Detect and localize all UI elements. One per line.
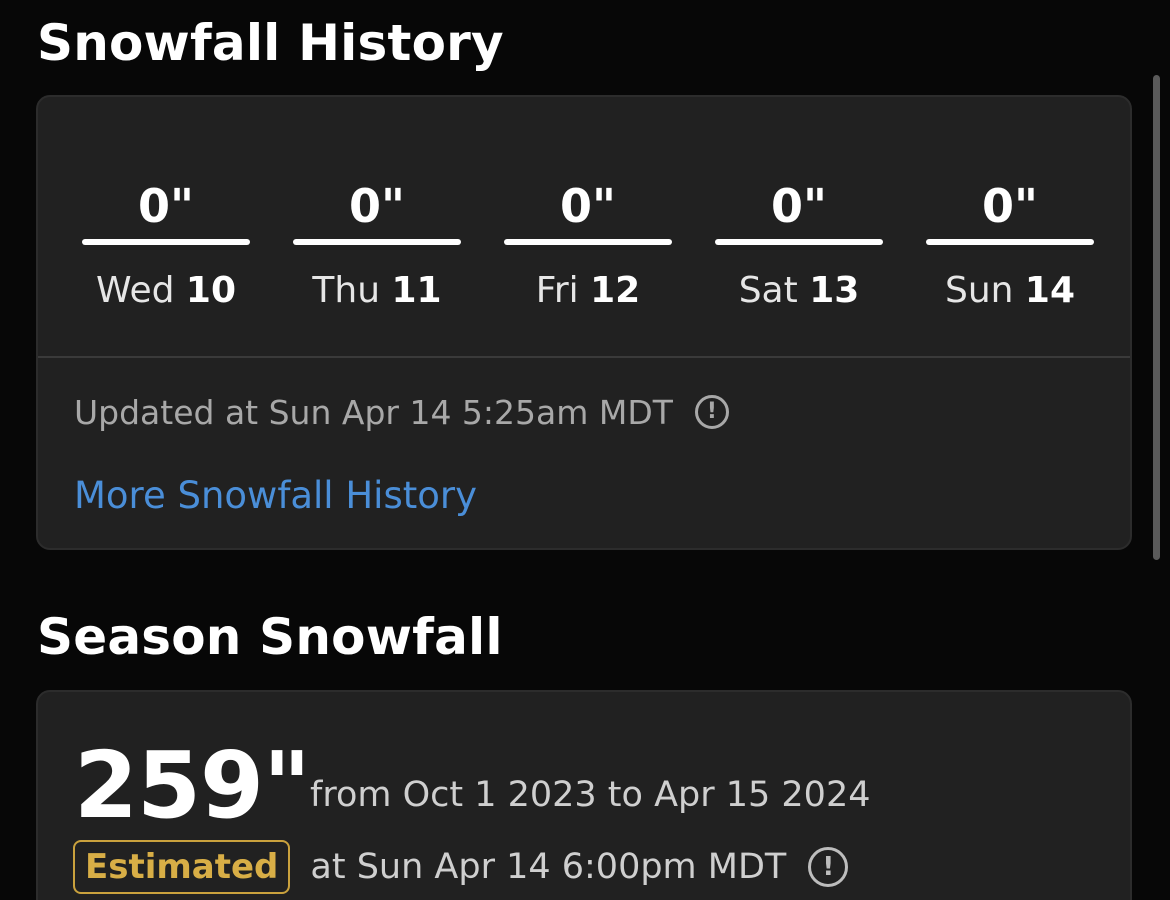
- day-bar: [82, 239, 250, 245]
- updated-timestamp: Updated at Sun Apr 14 5:25am MDT !: [74, 395, 729, 429]
- snow-report-page: Snowfall History 0" Wed 10 0" Thu 11 0" …: [0, 0, 1170, 900]
- season-snowfall-title: Season Snowfall: [37, 608, 503, 666]
- day-bar: [504, 239, 672, 245]
- day-label: Wed 10: [82, 273, 250, 309]
- info-circle-icon[interactable]: !: [694, 395, 729, 429]
- day-amount: 0": [349, 179, 405, 233]
- day-weekday: Thu: [312, 270, 381, 311]
- more-snowfall-history-link[interactable]: More Snowfall History: [74, 477, 477, 514]
- season-snowfall-card: 259" from Oct 1 2023 to Apr 15 2024 Esti…: [36, 690, 1132, 900]
- scrollbar[interactable]: [1153, 75, 1160, 560]
- day-date: 13: [809, 270, 860, 311]
- day-amount: 0": [138, 179, 194, 233]
- daily-snowfall-list: 0" Wed 10 0" Thu 11 0" Fri 12 0" Sat 13 …: [82, 183, 1094, 309]
- season-date-range: from Oct 1 2023 to Apr 15 2024: [310, 775, 871, 815]
- snowfall-history-title: Snowfall History: [37, 14, 504, 72]
- day-amount: 0": [560, 179, 616, 233]
- day-column-sun: 0" Sun 14: [926, 183, 1094, 309]
- day-column-sat: 0" Sat 13: [715, 183, 883, 309]
- estimated-time: at Sun Apr 14 6:00pm MDT: [310, 846, 787, 887]
- day-date: 10: [185, 270, 237, 311]
- day-amount: 0": [771, 179, 827, 233]
- day-weekday: Sat: [738, 270, 798, 311]
- season-estimate-row: Estimated at Sun Apr 14 6:00pm MDT !: [73, 840, 849, 894]
- day-column-thu: 0" Thu 11: [293, 183, 461, 309]
- day-label: Fri 12: [504, 273, 672, 309]
- day-weekday: Sun: [944, 270, 1014, 311]
- season-total: 259": [74, 732, 311, 839]
- day-column-fri: 0" Fri 12: [504, 183, 672, 309]
- snowfall-history-card: 0" Wed 10 0" Thu 11 0" Fri 12 0" Sat 13 …: [36, 95, 1132, 550]
- day-label: Sun 14: [926, 273, 1094, 309]
- day-label: Thu 11: [293, 273, 461, 309]
- estimated-badge: Estimated: [73, 840, 291, 894]
- day-bar: [926, 239, 1094, 245]
- day-weekday: Wed: [95, 270, 175, 311]
- updated-text: Updated at Sun Apr 14 5:25am MDT: [74, 392, 673, 432]
- day-bar: [715, 239, 883, 245]
- day-date: 14: [1024, 270, 1076, 311]
- card-divider: [38, 356, 1130, 358]
- day-column-wed: 0" Wed 10: [82, 183, 250, 309]
- day-amount: 0": [982, 179, 1038, 233]
- day-date: 11: [391, 270, 442, 311]
- day-date: 12: [590, 270, 641, 311]
- day-weekday: Fri: [535, 270, 579, 311]
- day-bar: [293, 239, 461, 245]
- info-circle-icon[interactable]: !: [808, 847, 849, 887]
- day-label: Sat 13: [715, 273, 883, 309]
